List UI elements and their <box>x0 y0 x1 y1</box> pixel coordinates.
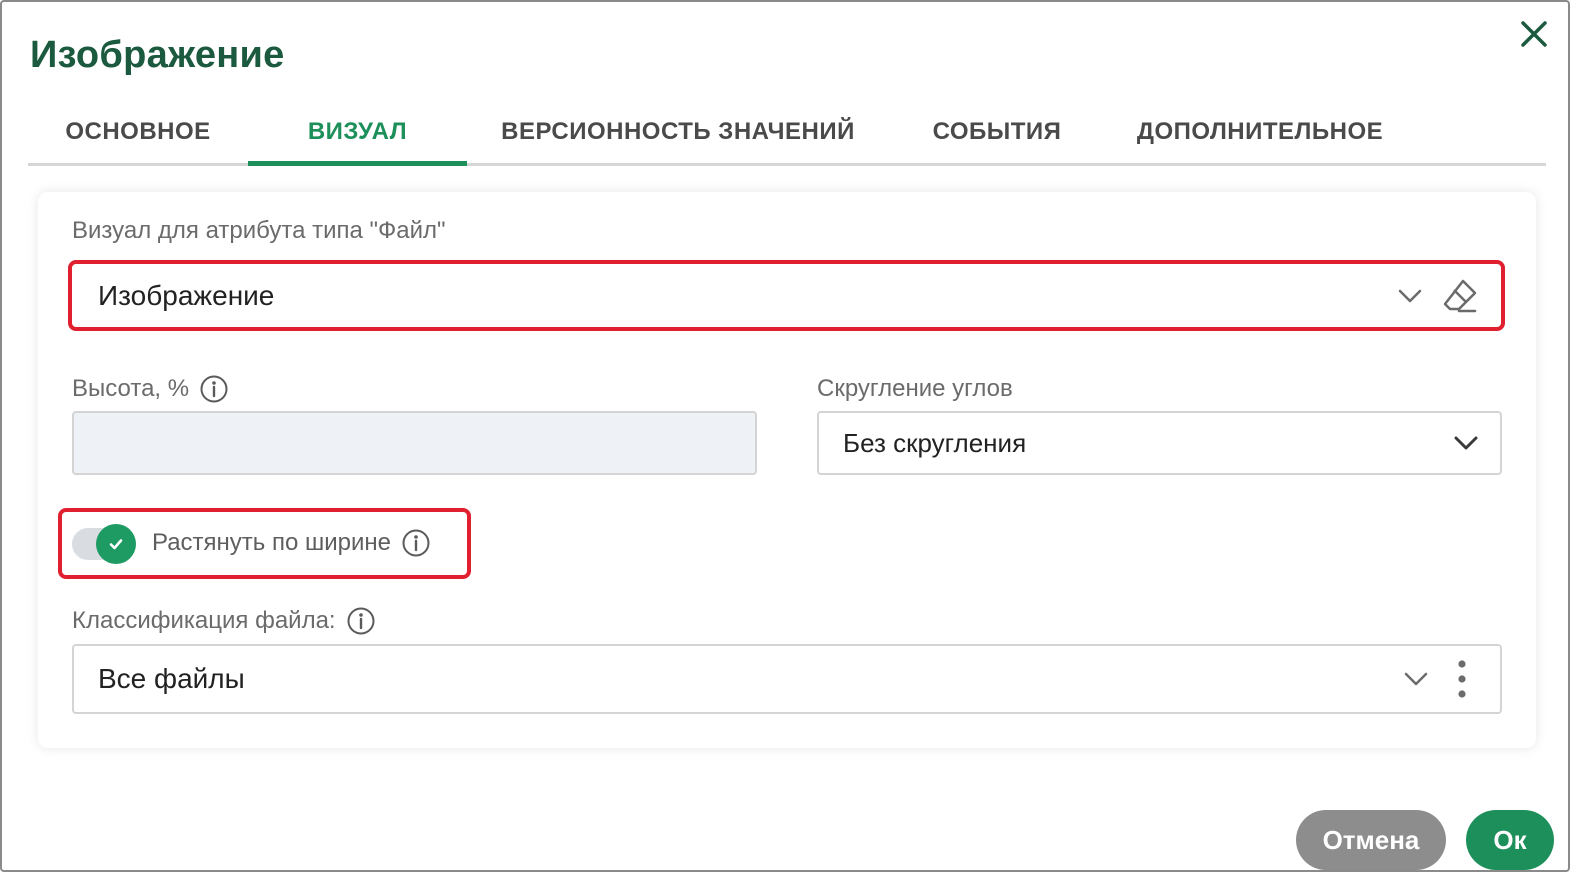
close-button[interactable] <box>1514 14 1554 54</box>
file-classification-label: Классификация файла: <box>72 604 376 638</box>
info-icon[interactable] <box>199 374 229 404</box>
close-icon <box>1521 21 1547 47</box>
tab-main[interactable]: ОСНОВНОЕ <box>28 98 248 166</box>
visual-type-value: Изображение <box>98 280 275 311</box>
stretch-width-label-text: Растянуть по ширине <box>152 529 391 556</box>
check-icon <box>109 539 123 550</box>
tab-value-versioning[interactable]: ВЕРСИОННОСТЬ ЗНАЧЕНИЙ <box>467 98 889 166</box>
height-input[interactable] <box>72 411 757 475</box>
visual-type-select[interactable]: Изображение <box>72 264 1502 328</box>
corner-rounding-dropdown-button[interactable] <box>1444 421 1488 465</box>
visual-type-clear-button[interactable] <box>1436 272 1484 320</box>
file-classification-label-text: Классификация файла: <box>72 607 336 634</box>
tab-bar: ОСНОВНОЕ ВИЗУАЛ ВЕРСИОННОСТЬ ЗНАЧЕНИЙ СО… <box>28 98 1546 166</box>
visual-type-label-text: Визуал для атрибута типа "Файл" <box>72 217 446 244</box>
chevron-down-icon <box>1398 289 1422 303</box>
ok-button[interactable]: Ок <box>1466 810 1554 870</box>
cancel-button[interactable]: Отмена <box>1296 810 1446 870</box>
info-icon[interactable] <box>346 606 376 636</box>
tab-additional[interactable]: ДОПОЛНИТЕЛЬНОЕ <box>1105 98 1415 166</box>
chevron-down-icon <box>1404 672 1428 686</box>
stretch-width-label: Растянуть по ширине <box>152 525 431 561</box>
height-label-text: Высота, % <box>72 375 190 402</box>
tab-events[interactable]: СОБЫТИЯ <box>889 98 1105 166</box>
tab-visual[interactable]: ВИЗУАЛ <box>248 98 467 166</box>
file-classification-select[interactable]: Все файлы <box>72 644 1502 714</box>
eraser-icon <box>1443 279 1477 313</box>
corner-rounding-label-text: Скругление углов <box>817 375 1013 402</box>
file-classification-value: Все файлы <box>98 663 245 694</box>
visual-type-label: Визуал для атрибута типа "Файл" <box>72 214 446 248</box>
height-label: Высота, % <box>72 372 229 406</box>
dialog-title: Изображение <box>30 34 285 76</box>
toggle-knob <box>96 524 136 564</box>
file-classification-dropdown-button[interactable] <box>1394 657 1438 701</box>
visual-type-dropdown-button[interactable] <box>1388 274 1432 318</box>
chevron-down-icon <box>1454 436 1478 450</box>
stretch-width-toggle[interactable] <box>72 524 138 564</box>
active-tab-indicator <box>248 161 467 166</box>
corner-rounding-label: Скругление углов <box>817 372 1013 406</box>
corner-rounding-select[interactable]: Без скругления <box>817 411 1502 475</box>
file-classification-more-button[interactable] <box>1444 655 1480 703</box>
image-dialog: Изображение ОСНОВНОЕ ВИЗУАЛ ВЕРСИОННОСТЬ… <box>0 0 1570 872</box>
info-icon[interactable] <box>401 528 431 558</box>
more-vertical-icon <box>1458 660 1466 698</box>
corner-rounding-value: Без скругления <box>843 427 1027 458</box>
